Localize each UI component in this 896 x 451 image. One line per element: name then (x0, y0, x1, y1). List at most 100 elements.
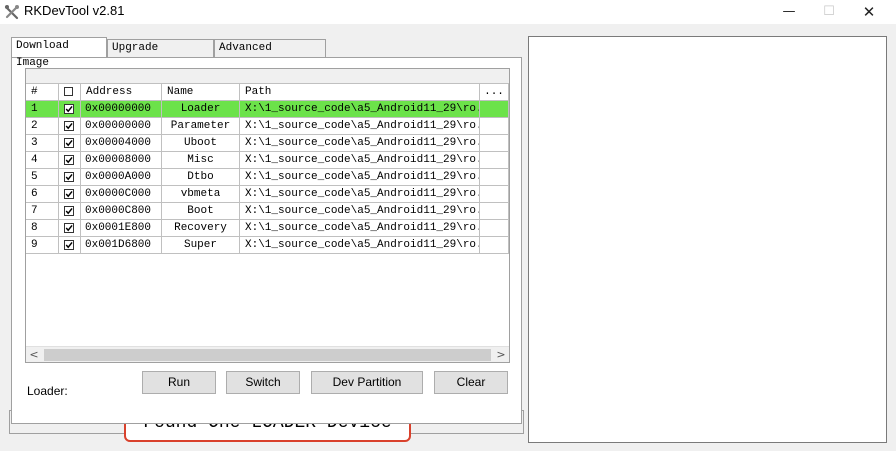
row-checkbox[interactable] (64, 138, 74, 148)
tab-download-image[interactable]: Download Image (11, 37, 107, 69)
scroll-right-icon[interactable]: > (493, 347, 509, 362)
horizontal-scrollbar[interactable]: < > (26, 346, 509, 362)
table-row[interactable]: 6 0x0000C000 vbmeta X:\1_source_code\a5_… (26, 186, 509, 203)
column-header-num[interactable]: # (26, 84, 59, 101)
row-path[interactable]: X:\1_source_code\a5_Android11_29\ro... (240, 118, 480, 135)
row-number: 7 (26, 203, 59, 220)
switch-button[interactable]: Switch (226, 371, 300, 394)
row-checkbox-cell[interactable] (59, 101, 81, 118)
row-address[interactable]: 0x00004000 (81, 135, 162, 152)
row-number: 6 (26, 186, 59, 203)
row-browse-cell[interactable] (480, 203, 509, 220)
row-browse-cell[interactable] (480, 186, 509, 203)
table-row[interactable]: 7 0x0000C800 Boot X:\1_source_code\a5_An… (26, 203, 509, 220)
column-header-path[interactable]: Path (240, 84, 480, 101)
row-checkbox-cell[interactable] (59, 135, 81, 152)
select-all-checkbox[interactable] (64, 87, 73, 96)
row-browse-cell[interactable] (480, 152, 509, 169)
row-path[interactable]: X:\1_source_code\a5_Android11_29\ro... (240, 135, 480, 152)
checkmark-icon (65, 241, 73, 249)
row-path[interactable]: X:\1_source_code\a5_Android11_29\ro... (240, 101, 480, 118)
column-header-address[interactable]: Address (81, 84, 162, 101)
tab-advanced-function[interactable]: Advanced Function (214, 39, 326, 71)
row-checkbox[interactable] (64, 104, 74, 114)
row-name[interactable]: Uboot (162, 135, 240, 152)
row-checkbox-cell[interactable] (59, 152, 81, 169)
client-area: Download Image Upgrade Firmware Advanced… (0, 24, 896, 451)
row-checkbox-cell[interactable] (59, 169, 81, 186)
row-browse-cell[interactable] (480, 118, 509, 135)
row-checkbox[interactable] (64, 121, 74, 131)
row-address[interactable]: 0x0000C800 (81, 203, 162, 220)
row-number: 9 (26, 237, 59, 254)
row-address[interactable]: 0x0000A000 (81, 169, 162, 186)
row-checkbox[interactable] (64, 240, 74, 250)
close-button[interactable]: ✕ (854, 2, 884, 22)
row-checkbox-cell[interactable] (59, 203, 81, 220)
row-number: 5 (26, 169, 59, 186)
run-button[interactable]: Run (142, 371, 216, 394)
image-table[interactable]: # Address Name Path ... 1 0x00000000 Loa… (25, 68, 510, 363)
column-header-check[interactable] (59, 84, 81, 101)
row-address[interactable]: 0x00000000 (81, 118, 162, 135)
row-address[interactable]: 0x00000000 (81, 101, 162, 118)
table-row[interactable]: 8 0x0001E800 Recovery X:\1_source_code\a… (26, 220, 509, 237)
row-checkbox-cell[interactable] (59, 237, 81, 254)
tab-upgrade-firmware[interactable]: Upgrade Firmware (107, 39, 214, 71)
row-name[interactable]: Boot (162, 203, 240, 220)
row-path[interactable]: X:\1_source_code\a5_Android11_29\ro... (240, 186, 480, 203)
row-checkbox[interactable] (64, 189, 74, 199)
log-output-panel[interactable] (528, 36, 887, 443)
column-header-more[interactable]: ... (480, 84, 509, 101)
row-checkbox[interactable] (64, 206, 74, 216)
row-path[interactable]: X:\1_source_code\a5_Android11_29\ro... (240, 152, 480, 169)
dev-partition-button[interactable]: Dev Partition (311, 371, 423, 394)
row-browse-cell[interactable] (480, 237, 509, 254)
row-name[interactable]: Dtbo (162, 169, 240, 186)
table-row[interactable]: 3 0x00004000 Uboot X:\1_source_code\a5_A… (26, 135, 509, 152)
table-row[interactable]: 4 0x00008000 Misc X:\1_source_code\a5_An… (26, 152, 509, 169)
row-name[interactable]: Recovery (162, 220, 240, 237)
checkmark-icon (65, 122, 73, 130)
row-checkbox-cell[interactable] (59, 186, 81, 203)
row-name[interactable]: Parameter (162, 118, 240, 135)
row-name[interactable]: Loader (162, 101, 240, 118)
column-header-name[interactable]: Name (162, 84, 240, 101)
row-address[interactable]: 0x001D6800 (81, 237, 162, 254)
title-bar: RKDevTool v2.81 — ☐ ✕ (0, 0, 896, 24)
row-browse-cell[interactable] (480, 101, 509, 118)
window-title: RKDevTool v2.81 (24, 3, 125, 18)
row-checkbox[interactable] (64, 155, 74, 165)
row-browse-cell[interactable] (480, 135, 509, 152)
row-path[interactable]: X:\1_source_code\a5_Android11_29\ro... (240, 203, 480, 220)
row-address[interactable]: 0x00008000 (81, 152, 162, 169)
maximize-button[interactable]: ☐ (814, 2, 844, 22)
row-address[interactable]: 0x0001E800 (81, 220, 162, 237)
row-name[interactable]: Super (162, 237, 240, 254)
loader-label: Loader: (27, 384, 68, 398)
row-name[interactable]: Misc (162, 152, 240, 169)
minimize-button[interactable]: — (774, 2, 804, 22)
clear-button[interactable]: Clear (434, 371, 508, 394)
row-number: 4 (26, 152, 59, 169)
table-row[interactable]: 2 0x00000000 Parameter X:\1_source_code\… (26, 118, 509, 135)
table-row[interactable]: 1 0x00000000 Loader X:\1_source_code\a5_… (26, 101, 509, 118)
row-checkbox[interactable] (64, 172, 74, 182)
table-row[interactable]: 5 0x0000A000 Dtbo X:\1_source_code\a5_An… (26, 169, 509, 186)
row-address[interactable]: 0x0000C000 (81, 186, 162, 203)
row-browse-cell[interactable] (480, 169, 509, 186)
scrollbar-thumb[interactable] (44, 349, 491, 361)
row-checkbox-cell[interactable] (59, 118, 81, 135)
row-checkbox[interactable] (64, 223, 74, 233)
row-path[interactable]: X:\1_source_code\a5_Android11_29\ro... (240, 220, 480, 237)
row-name[interactable]: vbmeta (162, 186, 240, 203)
row-path[interactable]: X:\1_source_code\a5_Android11_29\ro... (240, 169, 480, 186)
row-checkbox-cell[interactable] (59, 220, 81, 237)
table-row[interactable]: 9 0x001D6800 Super X:\1_source_code\a5_A… (26, 237, 509, 254)
row-number: 3 (26, 135, 59, 152)
checkmark-icon (65, 207, 73, 215)
row-browse-cell[interactable] (480, 220, 509, 237)
row-path[interactable]: X:\1_source_code\a5_Android11_29\ro... (240, 237, 480, 254)
scroll-left-icon[interactable]: < (26, 347, 42, 362)
checkmark-icon (65, 173, 73, 181)
